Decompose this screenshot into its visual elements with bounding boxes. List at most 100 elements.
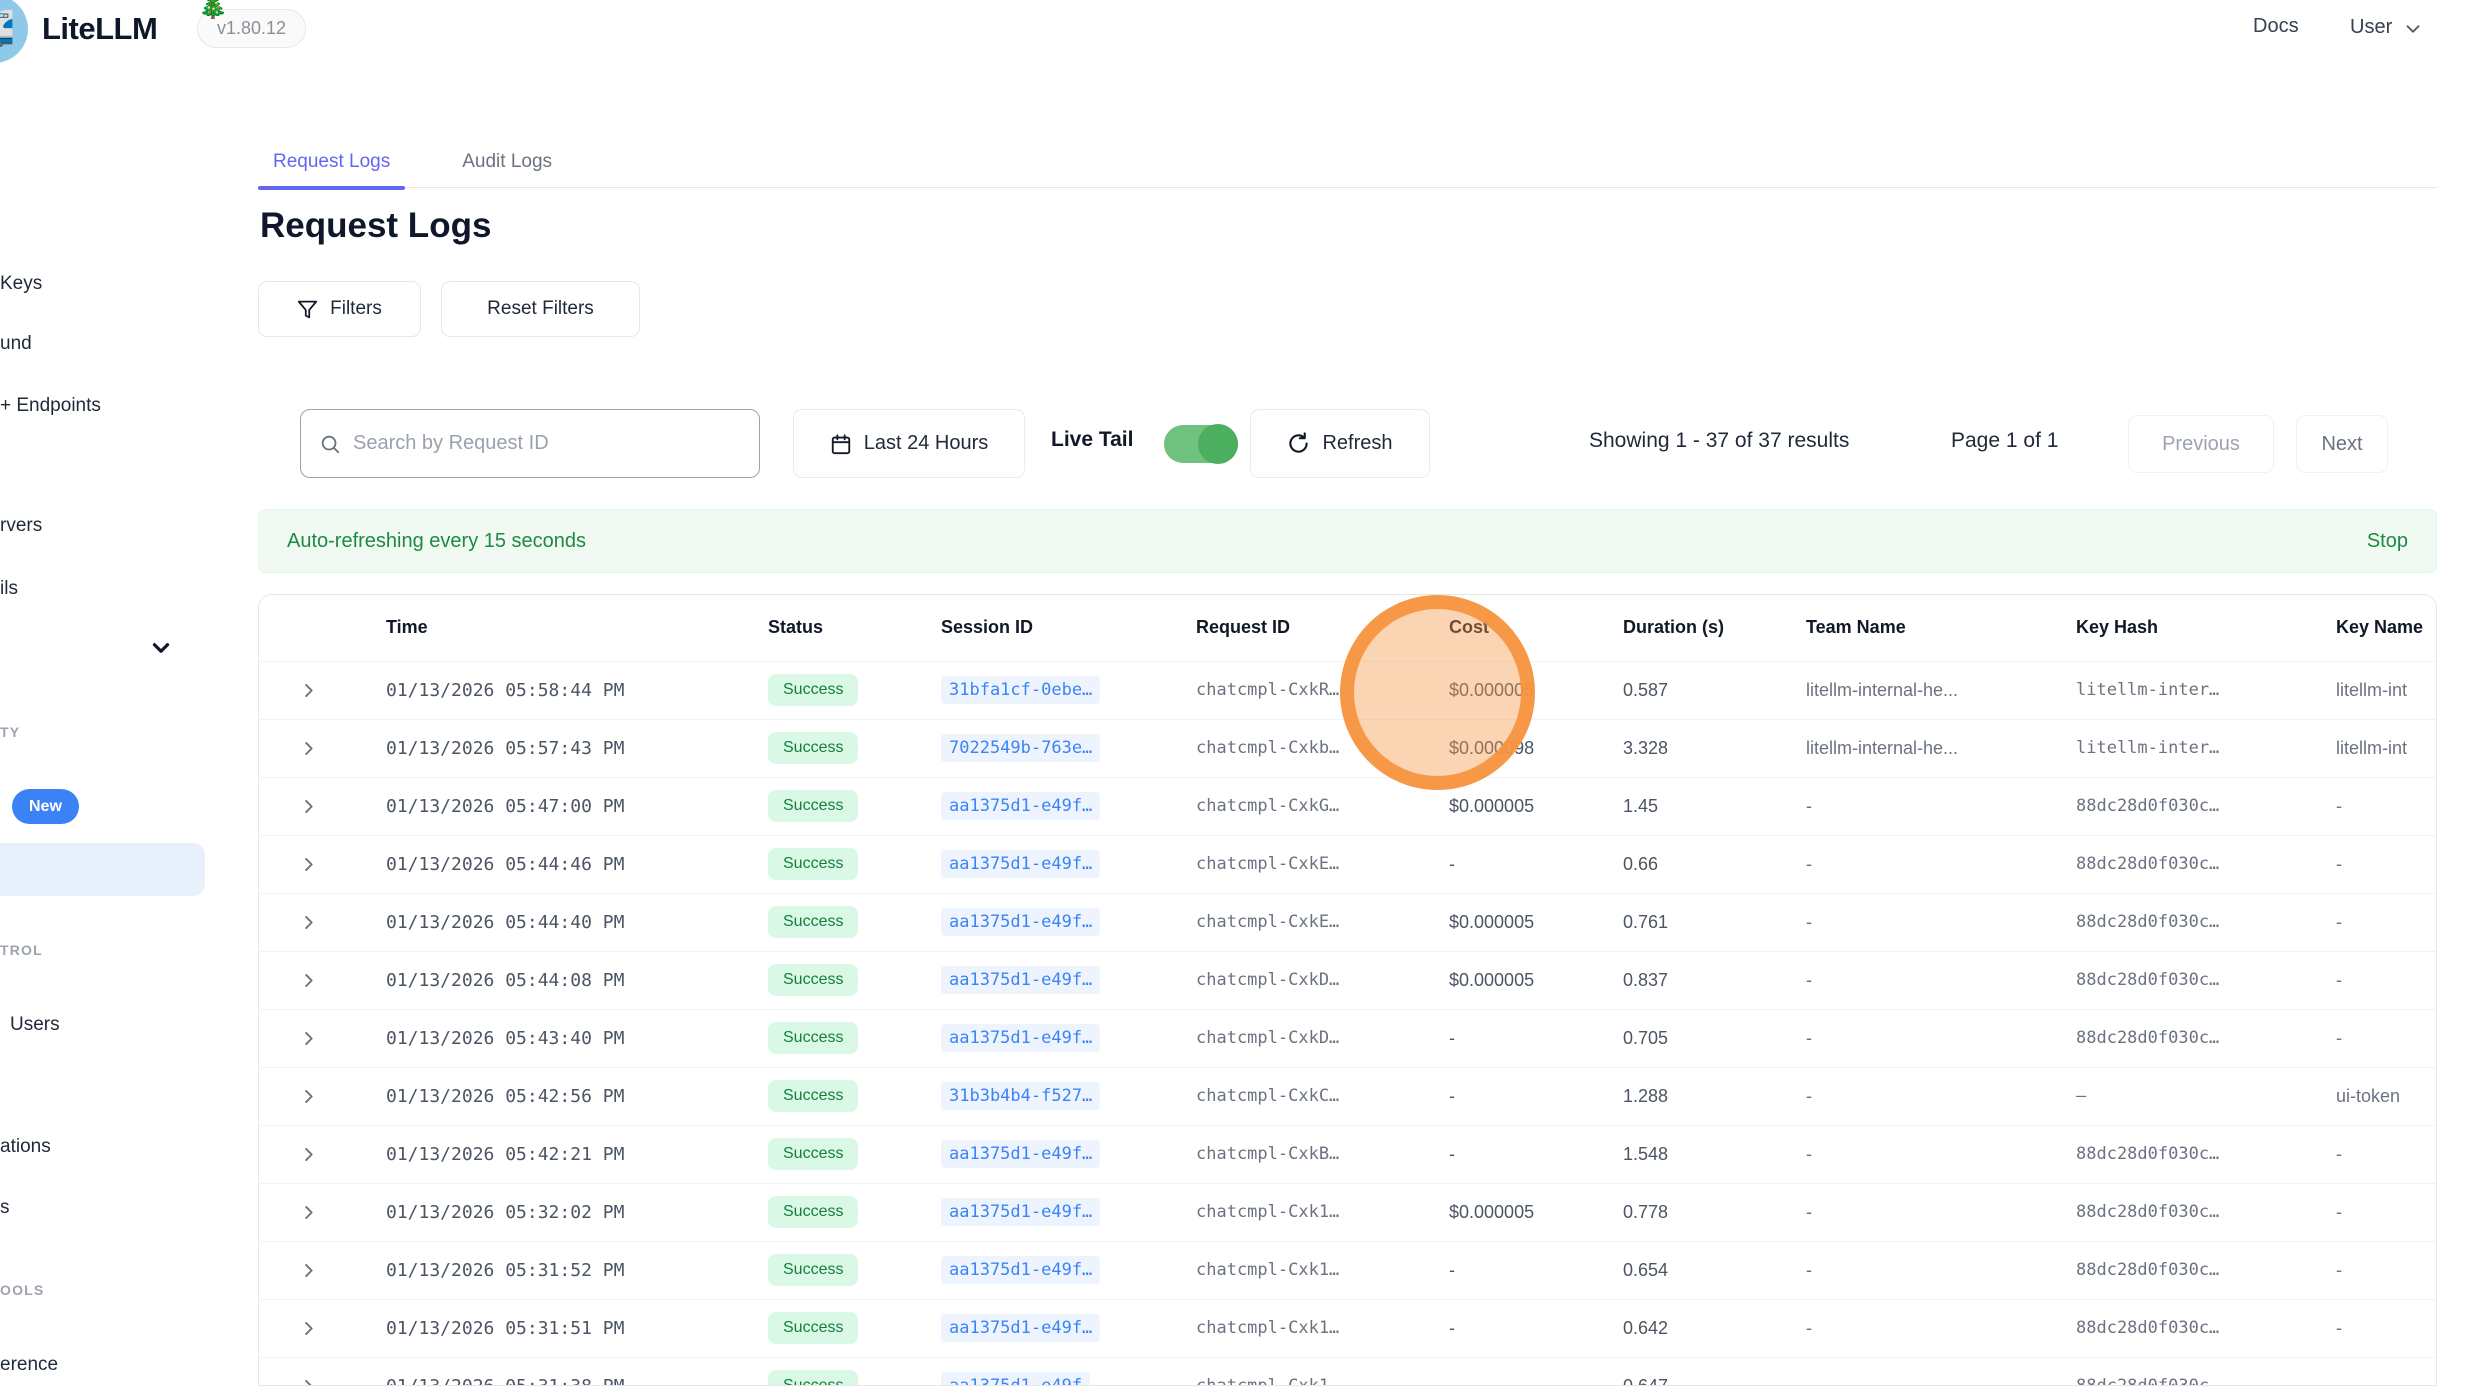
sidebar-item[interactable]: s bbox=[0, 1197, 10, 1219]
sidebar-item[interactable]: + Endpoints bbox=[0, 395, 101, 417]
cell-duration: 1.548 bbox=[1623, 1125, 1806, 1183]
session-id-link[interactable]: 7022549b-763e… bbox=[941, 734, 1100, 762]
time-range-button[interactable]: Last 24 Hours bbox=[793, 409, 1025, 478]
sidebar-item[interactable]: ations bbox=[0, 1136, 51, 1158]
sidebar-collapse-chevron-icon[interactable] bbox=[148, 635, 174, 661]
cell-session-id: 31bfa1cf-0ebe… bbox=[941, 661, 1196, 719]
row-expand-chevron-icon[interactable] bbox=[259, 719, 386, 777]
live-tail-toggle[interactable] bbox=[1164, 425, 1238, 463]
sidebar-item[interactable]: erence bbox=[0, 1354, 58, 1376]
cell-team: - bbox=[1806, 1299, 2076, 1357]
column-header-key-hash: Key Hash bbox=[2076, 595, 2336, 661]
status-badge: Success bbox=[768, 906, 858, 938]
cell-team: - bbox=[1806, 1009, 2076, 1067]
row-expand-chevron-icon[interactable] bbox=[259, 1183, 386, 1241]
refresh-button[interactable]: Refresh bbox=[1250, 409, 1430, 478]
session-id-link[interactable]: aa1375d1-e49f… bbox=[941, 1314, 1100, 1342]
sidebar-item[interactable]: rvers bbox=[0, 515, 42, 537]
cell-status: Success bbox=[768, 1009, 941, 1067]
cell-keyhash: 88dc28d0f030c… bbox=[2076, 1125, 2336, 1183]
cell-session-id: aa1375d1-e49f… bbox=[941, 1241, 1196, 1299]
reset-filters-button[interactable]: Reset Filters bbox=[441, 281, 640, 337]
sidebar-item[interactable]: ils bbox=[0, 578, 18, 600]
table-row: 01/13/2026 05:42:56 PMSuccess31b3b4b4-f5… bbox=[259, 1067, 2437, 1125]
filters-button[interactable]: Filters bbox=[258, 281, 421, 337]
cell-time: 01/13/2026 05:57:43 PM bbox=[386, 719, 768, 777]
cell-cost: - bbox=[1449, 1067, 1623, 1125]
cell-duration: 3.328 bbox=[1623, 719, 1806, 777]
toggle-knob bbox=[1198, 424, 1238, 464]
cell-duration: 1.45 bbox=[1623, 777, 1806, 835]
sidebar-item[interactable]: und bbox=[0, 333, 32, 355]
cell-keyname: - bbox=[2336, 1183, 2437, 1241]
session-id-link[interactable]: aa1375d1-e49f… bbox=[941, 908, 1100, 936]
auto-refresh-stop-link[interactable]: Stop bbox=[2367, 530, 2408, 553]
cell-keyname: ui-token bbox=[2336, 1067, 2437, 1125]
cell-time: 01/13/2026 05:31:52 PM bbox=[386, 1241, 768, 1299]
table-row: 01/13/2026 05:43:40 PMSuccessaa1375d1-e4… bbox=[259, 1009, 2437, 1067]
cell-session-id: 31b3b4b4-f527… bbox=[941, 1067, 1196, 1125]
sidebar-item[interactable]: Keys bbox=[0, 273, 42, 295]
tab-audit-logs[interactable]: Audit Logs bbox=[447, 135, 567, 188]
session-id-link[interactable]: 31bfa1cf-0ebe… bbox=[941, 676, 1100, 704]
cell-team: litellm-internal-he... bbox=[1806, 719, 2076, 777]
nav-docs-link[interactable]: Docs bbox=[2253, 15, 2299, 38]
cell-time: 01/13/2026 05:44:08 PM bbox=[386, 951, 768, 1009]
previous-page-button[interactable]: Previous bbox=[2128, 415, 2274, 473]
session-id-link[interactable]: aa1375d1-e49f… bbox=[941, 1140, 1100, 1168]
row-expand-chevron-icon[interactable] bbox=[259, 1299, 386, 1357]
cell-time: 01/13/2026 05:44:46 PM bbox=[386, 835, 768, 893]
cell-request: chatcmpl-CxkC… bbox=[1196, 1067, 1449, 1125]
row-expand-chevron-icon[interactable] bbox=[259, 777, 386, 835]
cell-time: 01/13/2026 05:44:40 PM bbox=[386, 893, 768, 951]
sidebar-item[interactable]: Users bbox=[10, 1014, 60, 1036]
table-row: 01/13/2026 05:44:40 PMSuccess aa1375d1-e4… bbox=[259, 893, 2437, 951]
row-expand-chevron-icon[interactable] bbox=[259, 951, 386, 1009]
cell-keyname: - bbox=[2336, 777, 2437, 835]
session-id-link[interactable]: aa1375d1-e49f… bbox=[941, 850, 1100, 878]
results-summary: Showing 1 - 37 of 37 results bbox=[1589, 429, 1849, 453]
cell-time: 01/13/2026 05:31:38 PM bbox=[386, 1357, 768, 1386]
session-id-link[interactable]: aa1375d1-e49f… bbox=[941, 966, 1100, 994]
cell-session-id: aa1375d1-e49f… bbox=[941, 835, 1196, 893]
status-badge: Success bbox=[768, 790, 858, 822]
session-id-link[interactable]: aa1375d1-e49f… bbox=[941, 1256, 1100, 1284]
tab-request-logs[interactable]: Request Logs bbox=[258, 135, 405, 188]
status-badge: Success bbox=[768, 1196, 858, 1228]
row-expand-chevron-icon[interactable] bbox=[259, 835, 386, 893]
row-expand-chevron-icon[interactable] bbox=[259, 1357, 386, 1386]
session-id-link[interactable]: aa1375d1-e49f… bbox=[941, 1198, 1100, 1226]
column-header-session-id: Session ID bbox=[941, 595, 1196, 661]
session-id-link[interactable]: aa1375d1-e49f… bbox=[941, 1024, 1100, 1052]
page-title: Request Logs bbox=[260, 206, 491, 246]
cell-keyname: litellm-int bbox=[2336, 719, 2437, 777]
search-input[interactable] bbox=[353, 432, 741, 455]
session-id-link[interactable]: aa1375d1-e49f bbox=[941, 1372, 1090, 1386]
row-expand-chevron-icon[interactable] bbox=[259, 1009, 386, 1067]
session-id-link[interactable]: 31b3b4b4-f527… bbox=[941, 1082, 1100, 1110]
cell-duration: 0.705 bbox=[1623, 1009, 1806, 1067]
row-expand-chevron-icon[interactable] bbox=[259, 1125, 386, 1183]
next-page-button[interactable]: Next bbox=[2296, 415, 2388, 473]
cell-keyhash: 88dc28d0f030c… bbox=[2076, 777, 2336, 835]
cell-keyhash: 88dc28d0f030c… bbox=[2076, 893, 2336, 951]
cell-request: chatcmpl-CxkE… bbox=[1196, 893, 1449, 951]
cell-status: Success bbox=[768, 661, 941, 719]
sidebar-item-selected[interactable] bbox=[0, 843, 205, 896]
cell-keyname: - bbox=[2336, 1357, 2437, 1386]
refresh-icon bbox=[1287, 432, 1310, 455]
cell-duration: 0.654 bbox=[1623, 1241, 1806, 1299]
cell-session-id: 7022549b-763e… bbox=[941, 719, 1196, 777]
row-expand-chevron-icon[interactable] bbox=[259, 893, 386, 951]
nav-user-menu[interactable]: User bbox=[2350, 15, 2424, 40]
cell-keyhash: litellm-inter… bbox=[2076, 719, 2336, 777]
row-expand-chevron-icon[interactable] bbox=[259, 661, 386, 719]
cell-cost: - bbox=[1449, 835, 1623, 893]
row-expand-chevron-icon[interactable] bbox=[259, 1241, 386, 1299]
sidebar-section-label: TROL bbox=[0, 942, 43, 959]
cell-keyhash: 88dc28d0f030c… bbox=[2076, 1009, 2336, 1067]
cell-status: Success bbox=[768, 719, 941, 777]
cell-status: Success bbox=[768, 951, 941, 1009]
session-id-link[interactable]: aa1375d1-e49f… bbox=[941, 792, 1100, 820]
row-expand-chevron-icon[interactable] bbox=[259, 1067, 386, 1125]
